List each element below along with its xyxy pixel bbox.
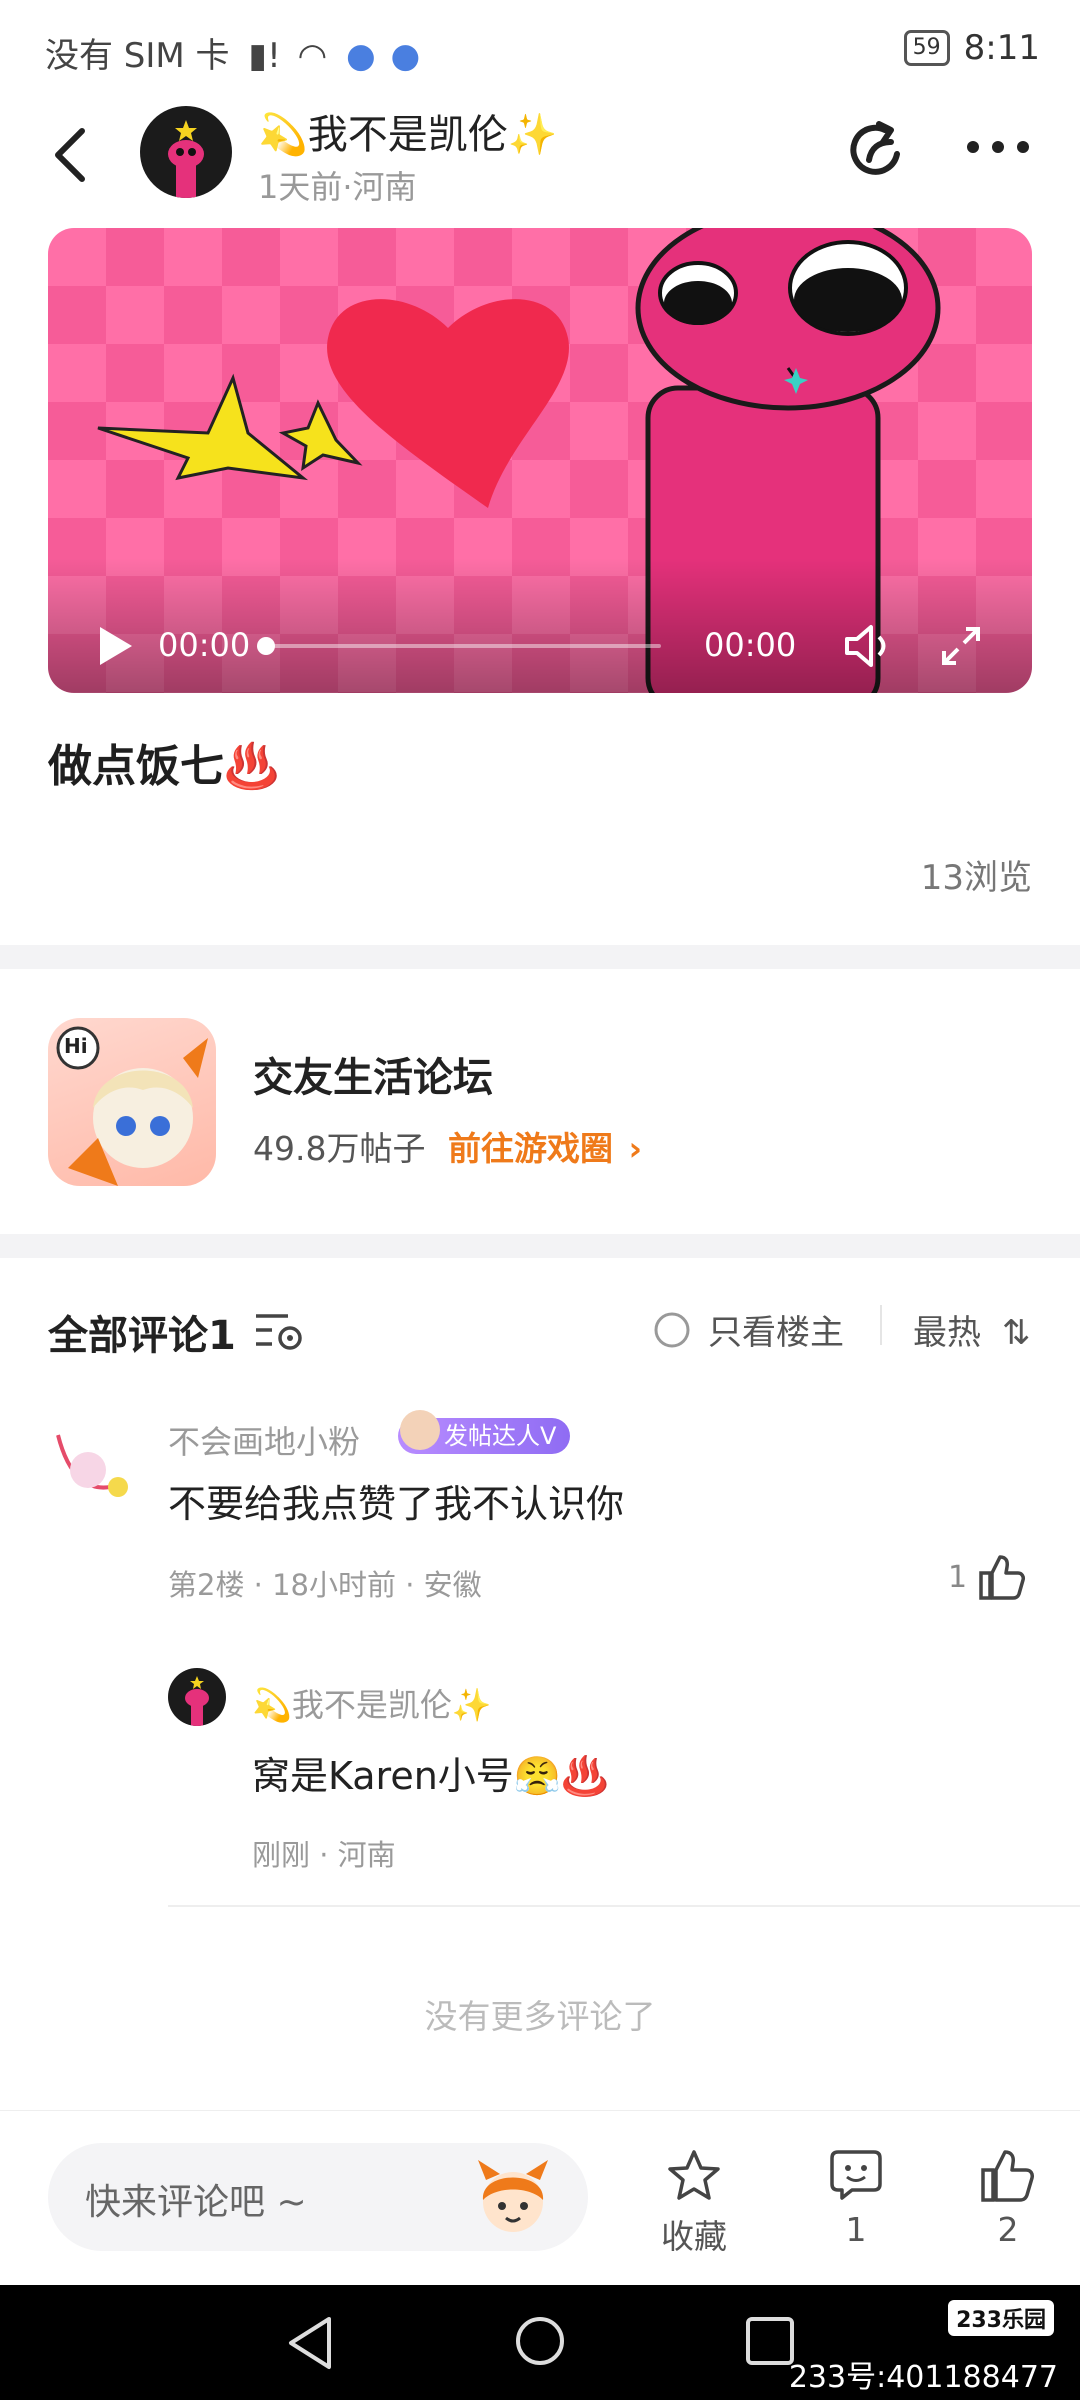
comment-input-placeholder[interactable]: 快来评论吧 ~: [85, 2173, 307, 2225]
comment-like-count: 1: [948, 1560, 968, 1595]
comments-title: 全部评论1: [48, 1313, 236, 1359]
header-separator: [880, 1305, 882, 1345]
progress-handle[interactable]: [257, 637, 275, 655]
section-divider: [0, 1234, 1080, 1258]
section-divider: [0, 945, 1080, 969]
clock: 8:11: [963, 28, 1040, 68]
reply-author-name[interactable]: 💫我不是凯伦✨: [252, 1680, 492, 1726]
watermark-text: 233号:401188477: [788, 2360, 1058, 2395]
pink-character-icon: [168, 120, 204, 198]
comment-meta: 第2楼 · 18小时前 · 安徽: [168, 1568, 482, 1602]
status-bar: 没有 SIM 卡 ▮! ◠ ● ● 59 8:11: [0, 0, 1080, 100]
progress-track[interactable]: [257, 637, 661, 655]
filter-settings-icon[interactable]: [254, 1310, 304, 1352]
forum-post-count: 49.8万帖子: [253, 1129, 426, 1168]
post-time-location: 1天前·河南: [258, 168, 417, 206]
author-name[interactable]: 💫我不是凯伦✨: [258, 102, 558, 160]
pink-character-icon: [185, 1676, 209, 1726]
comment-count[interactable]: 1: [796, 2210, 916, 2249]
forum-icon-badge: Hi: [64, 1034, 88, 1058]
carrier-text: 没有 SIM 卡: [45, 36, 230, 76]
sort-hot-button[interactable]: 最热 ⇅: [913, 1305, 1030, 1354]
sort-icon: ⇅: [1001, 1313, 1031, 1353]
app-notification-icon-2: ●: [390, 36, 421, 76]
thumbs-up-icon[interactable]: [980, 2148, 1036, 2204]
video-player[interactable]: 00:00 00:00: [48, 228, 1032, 693]
current-time: 00:00: [158, 626, 251, 664]
author-avatar[interactable]: [140, 106, 232, 198]
status-right: 59 8:11: [903, 28, 1040, 68]
commenter-avatar[interactable]: [48, 1415, 143, 1510]
nav-back-icon[interactable]: [285, 2315, 335, 2371]
volume-icon[interactable]: [843, 623, 893, 669]
reply-meta: 刚刚 · 河南: [252, 1838, 396, 1872]
view-count: 13浏览: [920, 858, 1032, 898]
share-icon[interactable]: [845, 118, 911, 184]
goto-game-circle-label: 前往游戏圈: [448, 1129, 613, 1168]
play-icon[interactable]: [96, 623, 136, 669]
app-notification-icon: ●: [346, 36, 376, 76]
watermark-logo: 233乐园: [948, 2300, 1054, 2336]
battery-icon: 59: [903, 30, 950, 66]
like-count[interactable]: 2: [948, 2210, 1068, 2249]
only-host-radio[interactable]: [652, 1310, 692, 1350]
forum-name[interactable]: 交友生活论坛: [253, 1045, 493, 1103]
comment-icon[interactable]: [828, 2146, 884, 2202]
reply-text: 窝是Karen小号😤♨️: [252, 1754, 609, 1798]
thumbs-up-icon[interactable]: [978, 1553, 1026, 1601]
forum-icon[interactable]: Hi: [48, 1018, 216, 1186]
nav-home-icon[interactable]: [512, 2313, 568, 2369]
comment-text: 不要给我点赞了我不认识你: [168, 1482, 625, 1526]
badge-avatar-icon: [400, 1410, 440, 1450]
wifi-icon: ◠: [297, 36, 328, 76]
favorite-label[interactable]: 收藏: [634, 2210, 754, 2258]
back-icon[interactable]: [50, 125, 90, 185]
reply-divider: [168, 1905, 1080, 1907]
post-title: 做点饭七♨️: [48, 741, 279, 792]
status-left: 没有 SIM 卡 ▮! ◠ ● ●: [45, 28, 420, 77]
sketch-avatar-icon: [56, 1434, 128, 1497]
chevron-right-icon: ›: [628, 1129, 643, 1168]
fullscreen-icon[interactable]: [938, 623, 984, 669]
duration: 00:00: [704, 626, 797, 664]
mascot-emoji-icon[interactable]: [470, 2160, 556, 2236]
commenter-badge: 发帖达人V: [398, 1410, 571, 1454]
reply-avatar[interactable]: [168, 1668, 226, 1726]
sort-label: 最热: [913, 1313, 981, 1353]
star-icon[interactable]: [666, 2148, 722, 2204]
only-host-label[interactable]: 只看楼主: [708, 1305, 844, 1354]
commenter-name[interactable]: 不会画地小粉: [168, 1417, 360, 1463]
more-icon[interactable]: [963, 132, 1033, 162]
no-more-comments: 没有更多评论了: [424, 1997, 656, 2036]
goto-game-circle-link[interactable]: 前往游戏圈 ›: [448, 1122, 642, 1170]
signal-icon: ▮!: [248, 36, 281, 76]
